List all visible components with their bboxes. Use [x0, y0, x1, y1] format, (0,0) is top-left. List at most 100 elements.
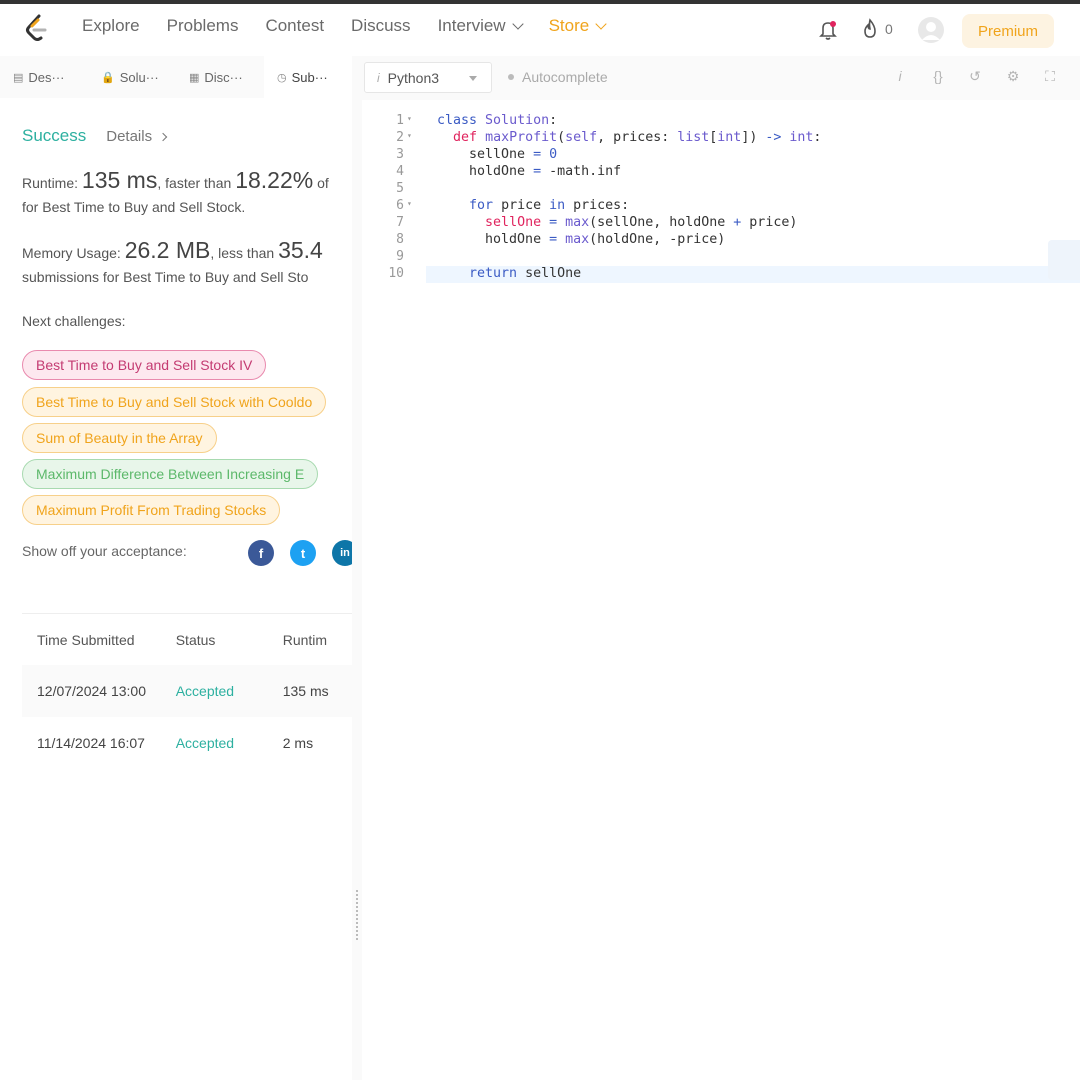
- chevron-down-icon: [511, 17, 524, 30]
- top-nav: Explore Problems Contest Discuss Intervi…: [0, 0, 1080, 56]
- header-time[interactable]: Time Submitted: [22, 632, 176, 648]
- submission-runtime: 2 ms: [282, 735, 314, 751]
- code-line: 9: [362, 249, 1080, 266]
- code-line: 5: [362, 181, 1080, 198]
- runtime-label: Runtime:: [22, 175, 82, 191]
- memory-label: Memory Usage:: [22, 245, 125, 261]
- table-row[interactable]: 12/07/2024 13:00 Accepted 135 ms: [22, 665, 352, 717]
- twitter-icon[interactable]: t: [290, 540, 316, 566]
- tab-label: Sub···: [291, 69, 328, 85]
- code-text: def maxProfit(self, prices: list[int]) -…: [453, 130, 822, 145]
- line-number: 4: [396, 164, 404, 179]
- code-line: 3 sellOne = 0: [362, 147, 1080, 164]
- header-runtime[interactable]: Runtim: [283, 632, 352, 648]
- lock-icon: 🔒: [101, 71, 115, 84]
- dot-icon: [508, 74, 514, 80]
- share-label: Show off your acceptance:: [22, 543, 187, 559]
- document-icon: ▤: [13, 71, 24, 84]
- submissions-table: Time Submitted Status Runtim 12/07/2024 …: [22, 613, 352, 769]
- challenge-chip[interactable]: Maximum Profit From Trading Stocks: [22, 495, 281, 525]
- runtime-of: of: [313, 175, 329, 191]
- line-number: 7: [396, 215, 404, 230]
- result-header: Success Details: [22, 126, 168, 146]
- code-line: 8 holdOne = max(holdOne, -price): [362, 232, 1080, 249]
- success-status: Success: [22, 126, 87, 145]
- challenge-chip[interactable]: Best Time to Buy and Sell Stock with Coo…: [22, 387, 327, 417]
- tab-solution[interactable]: 🔒 Solu···: [88, 56, 176, 98]
- bell-icon[interactable]: [818, 19, 838, 41]
- linkedin-icon[interactable]: in: [332, 540, 352, 566]
- language-select[interactable]: i Python3: [364, 62, 492, 93]
- code-line: 2 ▾ def maxProfit(self, prices: list[int]…: [362, 130, 1080, 147]
- side-panel-tab[interactable]: [1048, 240, 1080, 280]
- settings-icon[interactable]: ⚙: [1003, 68, 1023, 85]
- fire-icon[interactable]: [860, 18, 880, 40]
- tab-submissions[interactable]: ◷ Sub···: [264, 56, 352, 98]
- memory-value: 26.2 MB: [124, 237, 211, 263]
- runtime-faster: , faster than: [157, 175, 236, 191]
- submission-runtime: 135 ms: [282, 683, 329, 699]
- code-line: 4 holdOne = -math.inf: [362, 164, 1080, 181]
- leetcode-logo-icon[interactable]: [24, 14, 50, 44]
- submission-time: 11/14/2024 16:07: [37, 735, 145, 751]
- streak-count: 0: [885, 21, 893, 37]
- code-editor[interactable]: 1 ▾ class Solution: 2 ▾ def maxProfit(self,…: [362, 113, 1080, 283]
- autocomplete-toggle[interactable]: Autocomplete: [508, 69, 608, 85]
- reset-icon[interactable]: ↺: [965, 68, 985, 85]
- avatar[interactable]: [917, 16, 945, 44]
- challenge-chip[interactable]: Sum of Beauty in the Array: [22, 423, 217, 453]
- nav-contest[interactable]: Contest: [265, 16, 324, 36]
- editor-toolbar: i Python3 Autocomplete i {} ↺ ⚙ ⛶: [362, 56, 1080, 100]
- memory-percent: 35.4: [278, 237, 323, 263]
- premium-button[interactable]: Premium: [962, 14, 1054, 48]
- runtime-percent: 18.22%: [235, 167, 314, 193]
- main-nav: Explore Problems Contest Discuss Intervi…: [82, 16, 632, 36]
- left-panel: ▤ Des··· 🔒 Solu··· ▦ Disc··· ◷ Sub··· Succes…: [0, 56, 352, 1080]
- fold-icon[interactable]: ▾: [407, 131, 412, 140]
- header-status[interactable]: Status: [176, 632, 283, 648]
- tab-discuss[interactable]: ▦ Disc···: [176, 56, 264, 98]
- braces-icon[interactable]: {}: [928, 68, 948, 84]
- fold-icon[interactable]: ▾: [407, 114, 412, 123]
- nav-explore[interactable]: Explore: [82, 16, 140, 36]
- tab-label: Des···: [28, 69, 65, 85]
- nav-discuss[interactable]: Discuss: [351, 16, 411, 36]
- code-text: holdOne = -math.inf: [437, 164, 622, 179]
- challenge-chip[interactable]: Best Time to Buy and Sell Stock IV: [22, 350, 267, 380]
- line-number: 5: [396, 181, 404, 196]
- code-line: 1 ▾ class Solution:: [362, 113, 1080, 130]
- tab-description[interactable]: ▤ Des···: [0, 56, 88, 98]
- line-number: 9: [396, 249, 404, 264]
- line-number: 10: [388, 266, 404, 281]
- nav-interview-label: Interview: [437, 16, 506, 35]
- submission-status[interactable]: Accepted: [176, 735, 283, 751]
- challenge-chip[interactable]: Maximum Difference Between Increasing E: [22, 459, 319, 489]
- nav-interview[interactable]: Interview: [437, 16, 524, 36]
- editor-panel: i Python3 Autocomplete i {} ↺ ⚙ ⛶ 1 ▾ clas…: [362, 56, 1080, 1080]
- fullscreen-icon[interactable]: ⛶: [1040, 68, 1060, 85]
- clock-icon: ◷: [277, 71, 287, 84]
- nav-store[interactable]: Store: [549, 16, 607, 36]
- details-link[interactable]: Details: [106, 127, 168, 145]
- tab-label: Disc···: [204, 69, 243, 85]
- memory-stat: Memory Usage: 26.2 MB, less than 35.4: [22, 239, 323, 264]
- code-text: class Solution:: [437, 113, 558, 128]
- language-value: Python3: [387, 69, 440, 86]
- submission-status[interactable]: Accepted: [176, 683, 283, 699]
- nav-problems[interactable]: Problems: [167, 16, 239, 36]
- fold-icon[interactable]: ▾: [407, 199, 412, 208]
- runtime-value: 135 ms: [81, 167, 158, 193]
- code-text: for price in prices:: [469, 198, 630, 213]
- caret-down-icon: [469, 76, 477, 81]
- facebook-icon[interactable]: f: [248, 540, 274, 566]
- discuss-icon: ▦: [189, 71, 200, 84]
- details-label: Details: [106, 127, 153, 145]
- chevron-right-icon: [158, 132, 168, 141]
- line-number: 2: [396, 130, 404, 145]
- drag-handle-icon[interactable]: [356, 890, 358, 940]
- table-row[interactable]: 11/14/2024 16:07 Accepted 2 ms: [22, 717, 352, 769]
- code-line-current: 10 return sellOne: [388, 266, 1080, 283]
- memory-less: , less than: [210, 245, 279, 261]
- info-icon[interactable]: i: [890, 68, 910, 84]
- code-text: sellOne = max(sellOne, holdOne + price): [485, 215, 798, 230]
